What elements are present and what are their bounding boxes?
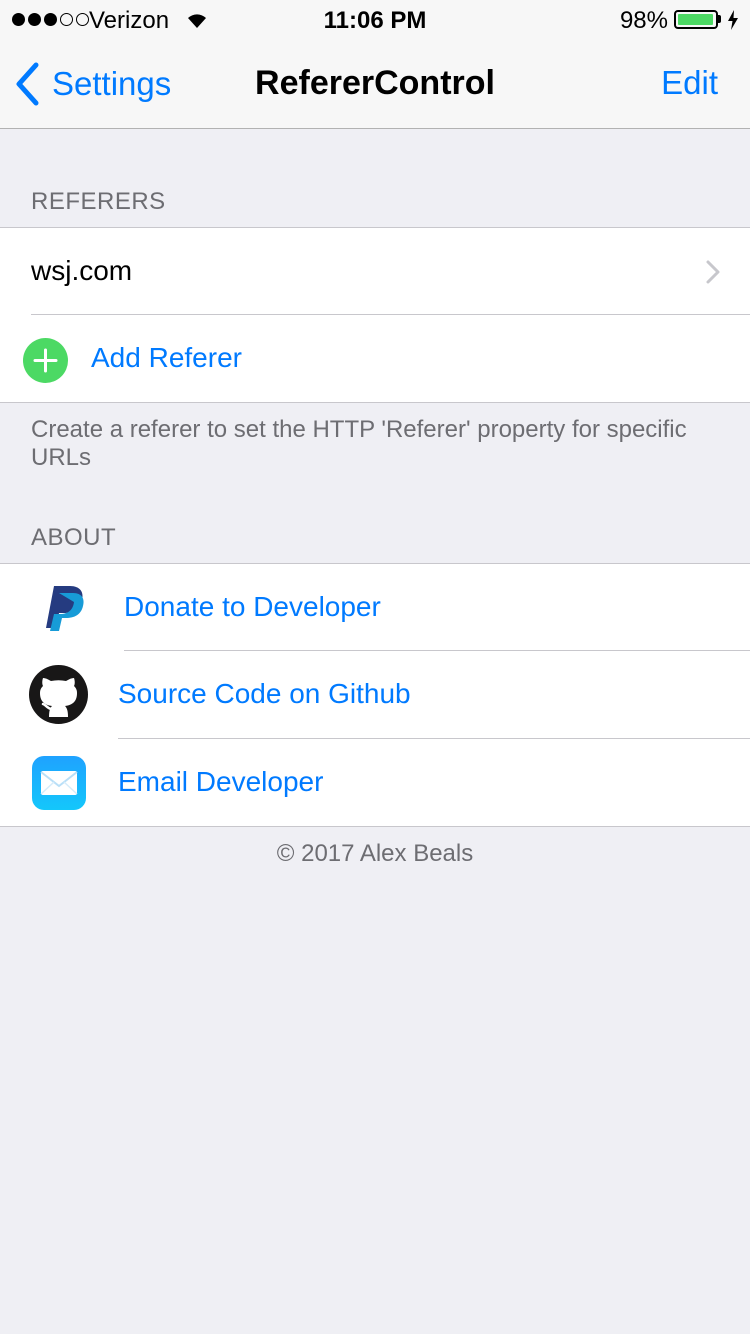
edit-button[interactable]: Edit <box>661 64 718 102</box>
battery-fill <box>678 14 714 25</box>
back-button[interactable]: Settings <box>14 62 171 106</box>
copyright-text: © 2017 Alex Beals <box>276 840 474 867</box>
donate-label: Donate to Developer <box>124 591 381 622</box>
email-label: Email Developer <box>118 766 324 797</box>
github-label: Source Code on Github <box>118 678 411 709</box>
add-referer-label: Add Referer <box>91 342 242 373</box>
paypal-icon <box>46 586 84 631</box>
battery-icon <box>674 10 718 29</box>
github-button[interactable]: Source Code on Github <box>0 651 750 738</box>
referers-footer-text: Create a referer to set the HTTP 'Refere… <box>31 416 687 471</box>
referer-label: wsj.com <box>31 255 133 286</box>
chevron-left-icon <box>16 62 39 106</box>
battery-nub <box>718 15 721 23</box>
referers-section-header: REFERERS <box>31 188 166 215</box>
battery-percent: 98% <box>619 7 668 34</box>
charging-bolt-icon <box>728 10 738 30</box>
mail-icon <box>32 756 86 810</box>
about-group: Donate to Developer Source Code on Githu… <box>0 563 750 827</box>
about-section-header: ABOUT <box>31 524 117 551</box>
github-icon <box>29 665 88 724</box>
chevron-right-icon <box>706 260 720 284</box>
referers-group: wsj.com Add Referer <box>0 227 750 403</box>
email-button[interactable]: Email Developer <box>0 739 750 826</box>
referer-row-wsj[interactable]: wsj.com <box>0 228 750 315</box>
status-bar: Verizon 11:06 PM 98% <box>0 0 750 40</box>
donate-button[interactable]: Donate to Developer <box>0 564 750 651</box>
add-circle-icon <box>23 338 68 383</box>
back-button-label: Settings <box>52 65 172 102</box>
navigation-bar: Settings RefererControl Edit <box>0 40 750 129</box>
add-referer-button[interactable]: Add Referer <box>0 315 750 402</box>
